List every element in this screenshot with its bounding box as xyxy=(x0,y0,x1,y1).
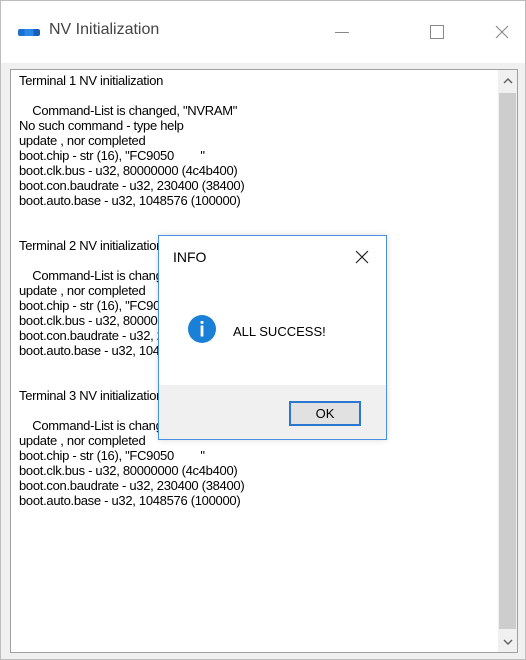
log-line: boot.chip - str (16), "FC9050 " xyxy=(19,448,205,463)
close-icon xyxy=(495,25,509,39)
log-line: boot.con.baudrate - u32, 230400 (38400) xyxy=(19,178,245,193)
scroll-down-button[interactable] xyxy=(498,632,517,652)
nv-initialization-window: NV Initialization Terminal 1 NV initiali… xyxy=(0,0,526,660)
title-bar[interactable]: NV Initialization xyxy=(1,1,525,63)
dialog-body: ALL SUCCESS! xyxy=(159,284,386,385)
scroll-thumb[interactable] xyxy=(499,93,516,629)
dialog-message: ALL SUCCESS! xyxy=(233,324,326,339)
maximize-button[interactable] xyxy=(414,9,460,55)
info-dialog: INFO ALL SUCCESS! OK xyxy=(158,235,387,440)
info-icon xyxy=(188,315,216,343)
close-button[interactable] xyxy=(479,9,525,55)
ok-button[interactable]: OK xyxy=(289,401,361,426)
minimize-button[interactable] xyxy=(319,9,365,55)
dialog-title: INFO xyxy=(173,249,207,265)
vertical-scrollbar[interactable] xyxy=(498,70,517,652)
scroll-up-button[interactable] xyxy=(498,70,517,90)
chevron-up-icon xyxy=(503,77,512,83)
log-line: boot.auto.base - u32, 1048576 (100000) xyxy=(19,193,241,208)
dialog-close-button[interactable] xyxy=(351,246,373,268)
log-line: update , nor completed xyxy=(19,133,146,148)
log-line: Command-List is changed, "NVRAM" xyxy=(19,103,238,118)
app-logo-icon xyxy=(18,28,40,37)
log-line: boot.chip - str (16), "FC9050 " xyxy=(19,148,205,163)
chevron-down-icon xyxy=(503,639,512,645)
log-line: boot.con.baudrate - u32, 230400 (38400) xyxy=(19,478,245,493)
close-icon xyxy=(355,250,369,264)
minimize-icon xyxy=(335,31,349,33)
dialog-footer: OK xyxy=(159,385,386,439)
log-line: boot.auto.base - u32, 1048576 (100000) xyxy=(19,493,241,508)
log-line: boot.clk.bus - u32, 80000000 (4c4b400) xyxy=(19,463,238,478)
log-line: No such command - type help xyxy=(19,118,184,133)
window-title: NV Initialization xyxy=(49,21,160,38)
log-line: boot.clk.bus - u32, 80000000 (4c4b400) xyxy=(19,163,238,178)
maximize-icon xyxy=(430,25,444,39)
log-line: Terminal 1 NV initialization xyxy=(19,73,164,88)
